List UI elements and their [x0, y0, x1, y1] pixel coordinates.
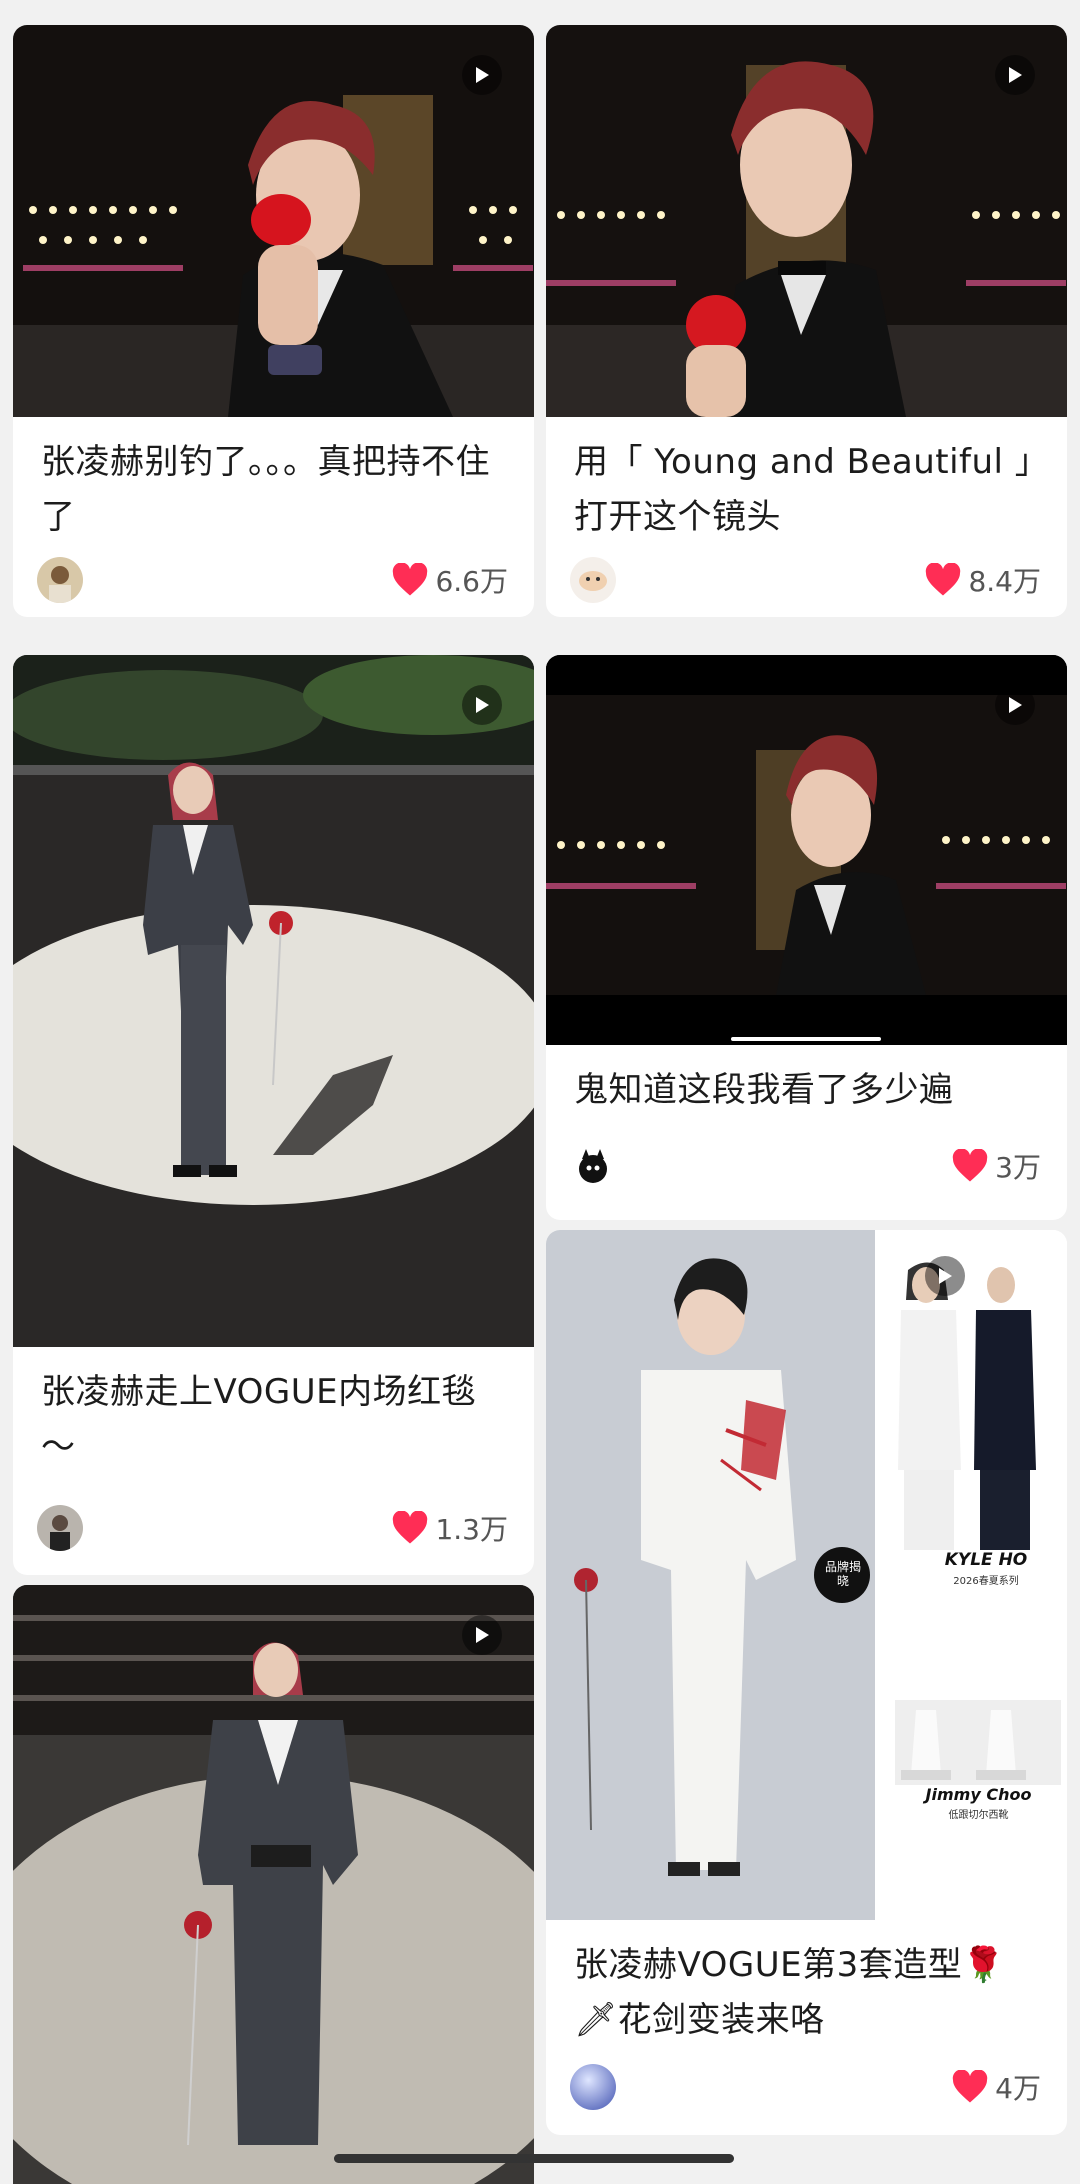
note-title: 张凌赫走上VOGUE内场红毯～: [41, 1372, 477, 1467]
like-button[interactable]: 8.4万: [924, 560, 1041, 600]
like-button[interactable]: 3万: [951, 1146, 1041, 1186]
video-thumbnail[interactable]: [546, 655, 1067, 1045]
heart-icon: [952, 2070, 988, 2103]
author-avatar[interactable]: [570, 557, 616, 603]
like-button[interactable]: 4万: [951, 2067, 1041, 2107]
note-title: 用「 Young and Beautiful 」打开这个镜头: [574, 442, 1033, 537]
like-button[interactable]: 1.3万: [391, 1508, 508, 1548]
like-count: 3万: [995, 1151, 1041, 1184]
like-button[interactable]: 6.6万: [391, 560, 508, 600]
like-count: 6.6万: [435, 565, 508, 598]
author-avatar[interactable]: [37, 1505, 83, 1551]
play-icon: [462, 1615, 502, 1655]
kyle-subtitle: 2026春夏系列: [953, 1576, 1019, 1587]
play-icon: [462, 685, 502, 725]
note-card[interactable]: 鬼知道这段我看了多少遍 3万: [546, 655, 1067, 1220]
brand-reveal-badge: 品牌揭晓: [825, 1560, 862, 1588]
video-thumbnail[interactable]: [546, 25, 1067, 417]
thumbnail-image: [13, 655, 534, 1347]
like-count: 1.3万: [435, 1513, 508, 1546]
kyle-brand-label: KYLE HO: [944, 1550, 1028, 1570]
note-meta: 1.3万: [37, 1503, 508, 1553]
play-icon: [995, 55, 1035, 95]
video-thumbnail[interactable]: [13, 655, 534, 1347]
like-count: 4万: [995, 2072, 1041, 2105]
note-title: 张凌赫别钓了。。。真把持不住了: [41, 442, 490, 537]
author-avatar[interactable]: [570, 2064, 616, 2110]
heart-icon: [926, 563, 961, 596]
note-card[interactable]: 张凌赫走上VOGUE内场红毯～ 1.3万: [13, 655, 534, 1575]
note-meta: 8.4万: [570, 555, 1041, 605]
note-card[interactable]: [13, 1585, 534, 2184]
note-meta: 3万: [570, 1141, 1041, 1191]
note-title: 鬼知道这段我看了多少遍: [574, 1070, 954, 1110]
note-card[interactable]: 用「 Young and Beautiful 」打开这个镜头 8.4万: [546, 25, 1067, 617]
play-icon: [995, 685, 1035, 725]
video-thumbnail[interactable]: [13, 25, 534, 417]
play-icon: [925, 1256, 965, 1296]
thumbnail-image: [13, 1585, 534, 2184]
thumbnail-image: [13, 25, 534, 417]
author-avatar[interactable]: [570, 1143, 616, 1189]
heart-icon: [393, 1511, 428, 1544]
note-title: 张凌赫VOGUE第3套造型🌹🗡花剑变装来咯: [574, 1945, 1006, 2040]
note-meta: 6.6万: [37, 555, 508, 605]
notes-feed: 张凌赫别钓了。。。真把持不住了 6.6万 用「 Young and Beauti…: [0, 0, 1080, 2184]
like-count: 8.4万: [968, 565, 1041, 598]
image-thumbnail[interactable]: 品牌揭晓 KYLE HO 2026春夏系列 Jimmy Choo 低跟切尔西靴: [546, 1230, 1067, 1920]
note-card[interactable]: 张凌赫别钓了。。。真把持不住了 6.6万: [13, 25, 534, 617]
heart-icon: [952, 1149, 988, 1182]
thumbnail-image: [546, 25, 1067, 417]
thumbnail-image: [546, 655, 1067, 1045]
heart-icon: [393, 563, 428, 596]
note-card[interactable]: 品牌揭晓 KYLE HO 2026春夏系列 Jimmy Choo 低跟切尔西靴 …: [546, 1230, 1067, 2135]
jimmy-brand-label: Jimmy Choo: [925, 1785, 1032, 1804]
author-avatar[interactable]: [37, 557, 83, 603]
note-meta: 4万: [570, 2062, 1041, 2112]
home-indicator[interactable]: [334, 2154, 734, 2163]
jimmy-subtitle: 低跟切尔西靴: [948, 1810, 1009, 1821]
video-thumbnail[interactable]: [13, 1585, 534, 2184]
play-icon: [462, 55, 502, 95]
